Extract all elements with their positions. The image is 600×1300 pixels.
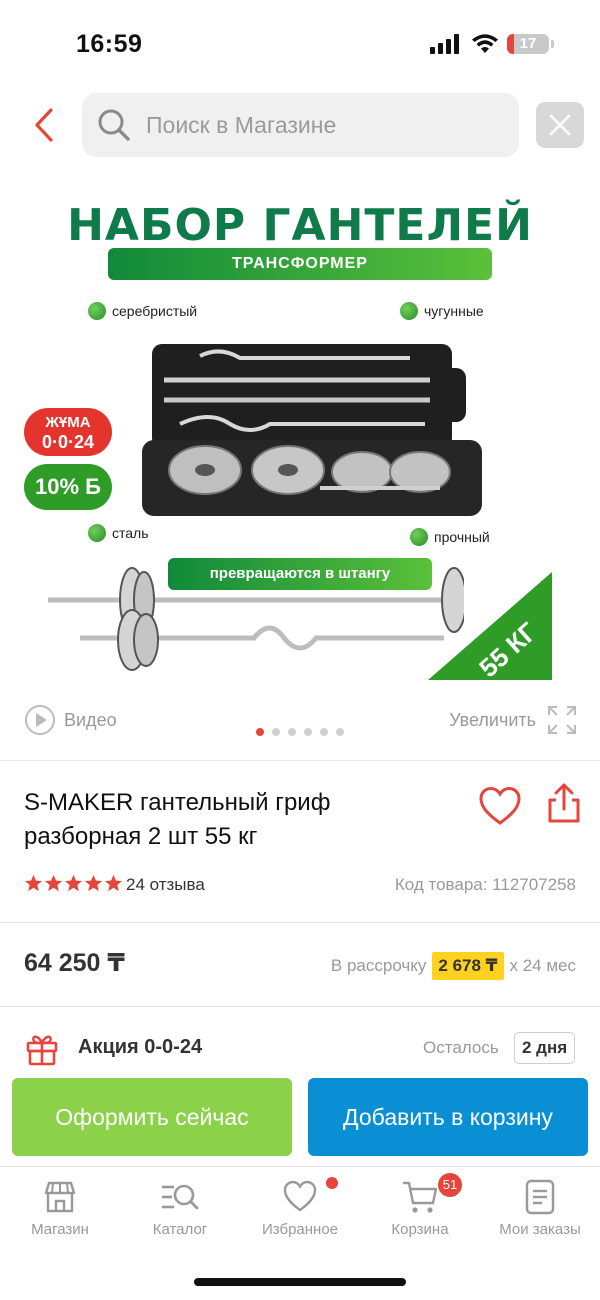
star-icon	[24, 874, 43, 892]
image-pagination	[0, 728, 600, 736]
share-icon	[548, 783, 580, 823]
product-title: S-MAKER гантельный гриф разборная 2 шт 5…	[24, 789, 331, 850]
pagination-dot[interactable]	[256, 728, 264, 736]
tab-label: Каталог	[152, 1221, 208, 1238]
pagination-dot[interactable]	[304, 728, 312, 736]
feature-label: чугунные	[400, 302, 484, 320]
wifi-icon	[472, 34, 498, 53]
cart-count-badge: 51	[438, 1173, 462, 1197]
tab-shop[interactable]: Магазин	[0, 1179, 120, 1238]
cart-icon	[403, 1181, 438, 1213]
pagination-dot[interactable]	[288, 728, 296, 736]
feature-dot-icon	[88, 302, 106, 320]
product-price: 64 250 ₸	[24, 949, 125, 977]
back-button[interactable]	[28, 104, 60, 146]
heart-icon	[283, 1180, 317, 1212]
tab-favorites[interactable]: Избранное	[240, 1179, 360, 1238]
installment-label: В рассрочку	[330, 956, 427, 975]
star-icon	[84, 874, 103, 892]
search-bar[interactable]	[82, 93, 519, 157]
installment-amount: 2 678 ₸	[432, 952, 504, 980]
tab-catalog[interactable]: Каталог	[120, 1179, 240, 1238]
hero-title: НАБОР ГАНТЕЛЕЙ	[67, 200, 533, 251]
battery-tip	[551, 40, 554, 48]
battery-percent: 17	[519, 35, 537, 52]
tab-label: Магазин	[31, 1221, 89, 1238]
feature-label: прочный	[410, 528, 490, 546]
close-icon	[549, 114, 571, 136]
catalog-icon	[162, 1184, 199, 1210]
product-code: Код товара: 112707258	[394, 875, 576, 894]
product-image[interactable]: НАБОР ГАНТЕЛЕЙ ТРАНСФОРМЕР серебристый ч…	[0, 180, 600, 700]
divider	[0, 1006, 600, 1007]
reviews-link[interactable]: 24 отзыва	[126, 875, 205, 895]
close-search-button[interactable]	[536, 102, 584, 148]
feature-label: серебристый	[88, 302, 197, 320]
jum-installment-badge: ЖҰМА 0·0·24	[24, 408, 112, 456]
installment-term: х 24 мес	[509, 956, 577, 975]
add-to-cart-button[interactable]: Добавить в корзину	[308, 1078, 588, 1156]
shop-icon	[44, 1181, 76, 1213]
promo-days-left: 2 дня	[514, 1032, 576, 1064]
status-bar: 16:59 17	[0, 0, 600, 88]
favorites-notification-dot	[326, 1177, 338, 1189]
orders-icon	[525, 1179, 555, 1215]
status-time: 16:59	[76, 30, 143, 58]
tab-my-orders[interactable]: Мои заказы	[480, 1179, 600, 1238]
star-icon	[44, 874, 63, 892]
bonus-badge: 10% Б	[24, 464, 112, 510]
dumbbell-case-illustration	[142, 344, 482, 516]
cellular-signal-icon	[430, 34, 459, 54]
tab-label: Мои заказы	[499, 1221, 581, 1238]
feature-label: сталь	[88, 524, 149, 542]
heart-icon	[479, 786, 521, 825]
battery-indicator: 17	[507, 34, 549, 54]
divider	[0, 922, 600, 923]
rating-stars	[24, 874, 123, 893]
star-icon	[104, 874, 123, 892]
add-to-favorites-button[interactable]	[478, 786, 522, 826]
installment-info[interactable]: В рассрочку 2 678 ₸ х 24 мес	[331, 952, 576, 980]
promo-name[interactable]: Акция 0-0-24	[78, 1036, 202, 1059]
barbell-illustration	[48, 567, 464, 671]
search-icon	[98, 109, 130, 141]
share-button[interactable]	[546, 782, 582, 824]
search-input[interactable]	[146, 93, 506, 157]
buy-now-button[interactable]: Оформить сейчас	[12, 1078, 292, 1156]
promo-time-left-label: Осталось	[423, 1038, 499, 1057]
pagination-dot[interactable]	[272, 728, 280, 736]
tab-cart[interactable]: Корзина	[360, 1179, 480, 1238]
hero-subtitle: ТРАНСФОРМЕР	[108, 248, 492, 280]
gift-icon	[26, 1035, 58, 1066]
tab-label: Избранное	[261, 1221, 339, 1238]
home-indicator	[194, 1278, 406, 1286]
weight-badge: 55 КГ	[428, 572, 552, 680]
chevron-left-icon	[35, 108, 53, 142]
divider	[0, 760, 600, 761]
pagination-dot[interactable]	[320, 728, 328, 736]
star-icon	[64, 874, 83, 892]
feature-dot-icon	[88, 524, 106, 542]
feature-dot-icon	[410, 528, 428, 546]
tab-label: Корзина	[391, 1221, 449, 1238]
feature-dot-icon	[400, 302, 418, 320]
pagination-dot[interactable]	[336, 728, 344, 736]
